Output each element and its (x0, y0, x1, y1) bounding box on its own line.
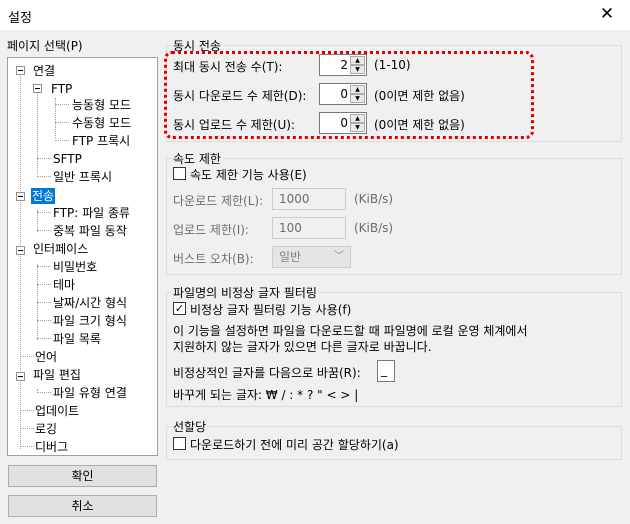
tree-item-filetype-associations[interactable]: 파일 유형 연결 (52, 385, 128, 401)
upload-limit-value: 0 (340, 116, 348, 130)
replace-with-label: 비정상적인 글자를 다음으로 바꿈(R): (173, 366, 361, 380)
speed-limits-legend: 속도 제한 (171, 150, 223, 167)
cancel-button[interactable]: 취소 (8, 495, 157, 517)
window-title: 설정 (8, 11, 32, 26)
tree-line (37, 266, 51, 267)
download-limit-spinbox[interactable]: 0 ▲ ▼ (319, 83, 367, 105)
tree-line (37, 284, 51, 285)
tree-line (37, 230, 51, 231)
max-transfers-label: 최대 동시 전송 수(T): (173, 60, 283, 74)
speed-download-input[interactable]: 1000 (272, 188, 346, 210)
spin-up-icon[interactable]: ▲ (350, 56, 365, 65)
tree-item-sftp[interactable]: SFTP (52, 151, 83, 167)
tree-item-connection[interactable]: 연결 (32, 63, 56, 79)
filter-description-line1: 이 기능을 설정하면 파일을 다운로드할 때 파일명에 로컬 운영 체계에서 (173, 324, 528, 338)
tree-item-interface[interactable]: 인터페이스 (32, 241, 89, 257)
speed-download-label: 다운로드 제한(L): (173, 194, 264, 208)
tree-item-debug[interactable]: 디버그 (34, 439, 69, 455)
collapse-icon[interactable] (33, 84, 42, 93)
enable-filter-label[interactable]: 비정상 글자 필터링 기능 사용(f) (190, 301, 351, 318)
tree-item-ftp-proxy[interactable]: FTP 프록시 (71, 133, 131, 149)
speed-upload-unit: (KiB/s) (354, 221, 394, 235)
page-tree[interactable]: 연결 FTP 능동형 모드 수동형 모드 FTP 프록시 SFTP 일반 프록시… (7, 57, 158, 456)
tree-line (20, 356, 34, 357)
tree-line (37, 176, 51, 177)
collapse-icon[interactable] (16, 246, 25, 255)
tree-item-updates[interactable]: 업데이트 (34, 403, 80, 419)
preallocate-label[interactable]: 다운로드하기 전에 미리 공간 할당하기(a) (190, 436, 399, 453)
tree-item-ftp-file-types[interactable]: FTP: 파일 종류 (52, 205, 131, 221)
tree-item-ftp[interactable]: FTP (50, 81, 73, 97)
max-transfers-value: 2 (340, 58, 348, 72)
upload-limit-spinbox[interactable]: 0 ▲ ▼ (319, 112, 367, 134)
enable-filter-checkbox[interactable]: ✓ (173, 302, 186, 315)
spin-up-icon[interactable]: ▲ (350, 85, 365, 94)
preallocate-checkbox[interactable] (173, 437, 186, 450)
chevron-down-icon: ﹀ (334, 251, 344, 262)
tree-line (55, 140, 69, 141)
tree-line (37, 302, 51, 303)
tree-item-active-mode[interactable]: 능동형 모드 (71, 97, 132, 113)
tree-item-file-lists[interactable]: 파일 목록 (52, 331, 102, 347)
tree-item-transfer[interactable]: 전송 (31, 188, 56, 204)
tree-line (55, 122, 69, 123)
tree-item-passive-mode[interactable]: 수동형 모드 (71, 115, 132, 131)
tree-line (20, 428, 34, 429)
burst-tolerance-value: 일반 (279, 250, 302, 264)
preallocation-legend: 선할당 (171, 418, 209, 435)
tree-item-file-size-format[interactable]: 파일 크기 형식 (52, 313, 128, 329)
check-icon: ✓ (174, 302, 185, 315)
speed-upload-input[interactable]: 100 (272, 217, 346, 239)
tree-line (55, 104, 69, 105)
tree-line (37, 90, 38, 174)
tree-line (37, 320, 51, 321)
tree-item-language[interactable]: 언어 (34, 349, 58, 365)
upload-limit-hint: (0이면 제한 없음) (374, 118, 465, 132)
enable-speed-limit-label[interactable]: 속도 제한 기능 사용(E) (190, 166, 307, 183)
tree-item-logging[interactable]: 로깅 (34, 421, 58, 437)
burst-tolerance-label: 버스트 오차(B): (173, 252, 254, 266)
tree-item-file-exists-action[interactable]: 중복 파일 동작 (52, 223, 128, 239)
tree-line (37, 158, 51, 159)
spin-down-icon[interactable]: ▼ (350, 94, 365, 103)
ok-button[interactable]: 확인 (8, 465, 157, 487)
speed-upload-label: 업로드 제한(I): (173, 223, 249, 237)
max-transfers-hint: (1-10) (374, 58, 411, 72)
upload-limit-label: 동시 업로드 수 제한(U): (173, 118, 295, 132)
title-bar: 설정 ✕ (0, 0, 630, 30)
max-transfers-spinbox[interactable]: 2 ▲ ▼ (319, 54, 367, 76)
tree-line (37, 212, 51, 213)
download-limit-hint: (0이면 제한 없음) (374, 89, 465, 103)
tree-line (20, 446, 34, 447)
tree-item-themes[interactable]: 테마 (52, 277, 76, 293)
enable-speed-limit-checkbox[interactable] (173, 167, 186, 180)
tree-item-passwords[interactable]: 비밀번호 (52, 259, 98, 275)
collapse-icon[interactable] (16, 66, 25, 75)
tree-item-date-time-format[interactable]: 날짜/시간 형식 (52, 295, 128, 311)
tree-line (37, 210, 38, 232)
filename-filter-legend: 파일명의 비정상 글자 필터링 (171, 284, 319, 301)
spin-down-icon[interactable]: ▼ (350, 65, 365, 74)
tree-line (20, 410, 34, 411)
spin-up-icon[interactable]: ▲ (350, 114, 365, 123)
tree-item-generic-proxy[interactable]: 일반 프록시 (52, 169, 113, 185)
collapse-icon[interactable] (16, 192, 25, 201)
replaced-chars-label: 바꾸게 되는 글자: ₩ / : * ? " < > | (173, 388, 359, 402)
collapse-icon[interactable] (16, 372, 25, 381)
page-select-label: 페이지 선택(P) (7, 39, 83, 53)
tree-line (37, 338, 51, 339)
spin-down-icon[interactable]: ▼ (350, 123, 365, 132)
burst-tolerance-select[interactable]: 일반 ﹀ (272, 246, 351, 268)
download-limit-value: 0 (340, 87, 348, 101)
speed-download-unit: (KiB/s) (354, 192, 394, 206)
close-button[interactable]: ✕ (584, 0, 630, 30)
replace-with-input[interactable]: _ (377, 360, 395, 382)
filter-description-line2: 지원하지 않는 글자가 있으면 다른 글자로 바꿉니다. (173, 340, 432, 354)
download-limit-label: 동시 다운로드 수 제한(D): (173, 89, 307, 103)
tree-item-file-editing[interactable]: 파일 편집 (32, 367, 82, 383)
tree-line (20, 74, 21, 449)
tree-line (37, 392, 51, 393)
